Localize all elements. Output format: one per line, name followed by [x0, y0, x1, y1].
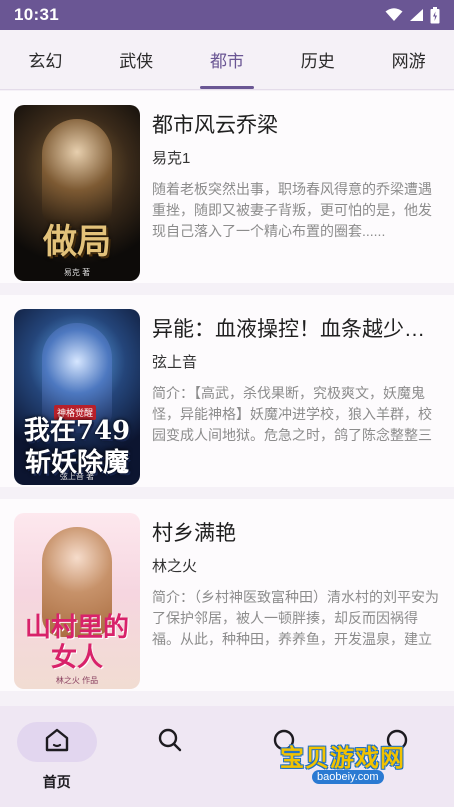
nav-bookshelf-pill[interactable]	[244, 722, 324, 762]
book-title[interactable]: 都市风云乔梁	[152, 113, 444, 139]
book-info: 都市风云乔梁 易克1 随着老板突然出事，职场春风得意的乔梁遭遇重挫，随即又被妻子…	[152, 105, 444, 269]
tab-dushi[interactable]: 都市	[182, 30, 273, 89]
tab-lishi[interactable]: 历史	[272, 30, 363, 89]
bookshelf-icon	[270, 726, 298, 759]
signal-icon	[409, 8, 424, 22]
book-cover[interactable]: 山村里的女人 林之火 作品	[14, 513, 140, 689]
battery-icon	[430, 6, 440, 24]
nav-search-pill[interactable]	[130, 722, 210, 762]
book-description: 简介：【高武，杀伐果断，究极爽文，妖魔鬼怪，异能神格】妖魔冲进学校，狼入羊群，校…	[152, 385, 432, 443]
cover-title: 做局	[43, 222, 111, 262]
nav-home-label: 首页	[42, 774, 71, 790]
category-tabs: 玄幻 武侠 都市 历史 网游	[0, 30, 454, 90]
tab-wuxia[interactable]: 武侠	[91, 30, 182, 89]
status-icons	[385, 6, 440, 24]
bottom-nav: 首页	[0, 706, 454, 807]
cover-author: 弦上音 著	[59, 472, 95, 481]
search-icon	[156, 726, 184, 759]
nav-profile-pill[interactable]	[357, 722, 437, 762]
cover-title: 山村里的女人	[24, 613, 129, 673]
book-title[interactable]: 异能：血液操控！血条越少越强	[152, 317, 444, 343]
tab-wangyou[interactable]: 网游	[363, 30, 454, 89]
nav-search[interactable]	[114, 706, 228, 807]
book-cover[interactable]: 神格觉醒 我在749斩妖除魔 弦上音 著	[14, 309, 140, 485]
book-card[interactable]: 神格觉醒 我在749斩妖除魔 弦上音 著 异能：血液操控！血条越少越强 弦上音 …	[0, 295, 454, 487]
status-time: 10:31	[14, 5, 59, 24]
cover-title: 我在749斩妖除魔	[23, 416, 131, 478]
cover-author: 易克 著	[63, 268, 91, 277]
home-icon	[43, 726, 71, 759]
nav-home[interactable]: 首页	[0, 706, 114, 807]
book-list: 做局 易克 著 都市风云乔梁 易克1 随着老板突然出事，职场春风得意的乔梁遭遇重…	[0, 91, 454, 706]
book-title[interactable]: 村乡满艳	[152, 521, 444, 547]
cover-author: 林之火 作品	[55, 676, 99, 685]
book-author: 林之火	[152, 558, 198, 575]
nav-profile[interactable]	[341, 706, 454, 807]
book-cover[interactable]: 做局 易克 著	[14, 105, 140, 281]
book-info: 村乡满艳 林之火 简介：（乡村神医致富种田）清水村的刘平安为了保护邻居，被人一顿…	[152, 513, 444, 677]
book-description: 随着老板突然出事，职场春风得意的乔梁遭遇重挫，随即又被妻子背叛，更可怕的是，他发…	[152, 181, 432, 239]
wifi-icon	[385, 8, 403, 22]
book-card[interactable]: 山村里的女人 林之火 作品 村乡满艳 林之火 简介：（乡村神医致富种田）清水村的…	[0, 499, 454, 691]
tab-xuanhuan[interactable]: 玄幻	[0, 30, 91, 89]
book-info: 异能：血液操控！血条越少越强 弦上音 简介：【高武，杀伐果断，究极爽文，妖魔鬼怪…	[152, 309, 444, 473]
nav-home-pill[interactable]	[16, 722, 97, 762]
book-author: 弦上音	[152, 354, 198, 371]
profile-icon	[383, 726, 411, 759]
book-description: 简介：（乡村神医致富种田）清水村的刘平安为了保护邻居，被人一顿胖揍，却反而因祸得…	[152, 589, 439, 647]
cover-figure	[42, 119, 112, 229]
status-bar: 10:31	[0, 0, 454, 30]
nav-bookshelf[interactable]	[227, 706, 341, 807]
book-card[interactable]: 做局 易克 著 都市风云乔梁 易克1 随着老板突然出事，职场春风得意的乔梁遭遇重…	[0, 91, 454, 283]
book-author: 易克1	[152, 150, 191, 167]
